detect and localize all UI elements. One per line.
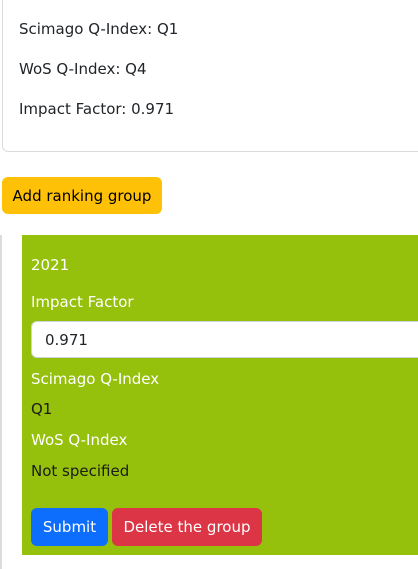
- scimago-label: Scimago Q-Index: [31, 370, 160, 388]
- wos-label: WoS Q-Index: [31, 431, 128, 449]
- wos-value: Not specified: [31, 462, 130, 480]
- ranking-group-panel: 2021 Impact Factor 0.971 Scimago Q-Index…: [0, 235, 418, 569]
- scimago-summary: Scimago Q-Index: Q1: [19, 20, 179, 38]
- ranking-summary-card: Scimago Q-Index: Q1 WoS Q-Index: Q4 Impa…: [2, 0, 418, 152]
- submit-button[interactable]: Submit: [31, 508, 108, 546]
- delete-group-button[interactable]: Delete the group: [112, 508, 262, 546]
- impact-factor-summary: Impact Factor: 0.971: [19, 100, 175, 118]
- panel-border: [0, 235, 2, 569]
- group-year: 2021: [31, 256, 70, 274]
- scimago-value: Q1: [31, 400, 53, 418]
- wos-summary: WoS Q-Index: Q4: [19, 60, 147, 78]
- impact-factor-input[interactable]: 0.971: [31, 321, 418, 358]
- add-ranking-group-button[interactable]: Add ranking group: [2, 177, 162, 214]
- impact-factor-label: Impact Factor: [31, 293, 134, 311]
